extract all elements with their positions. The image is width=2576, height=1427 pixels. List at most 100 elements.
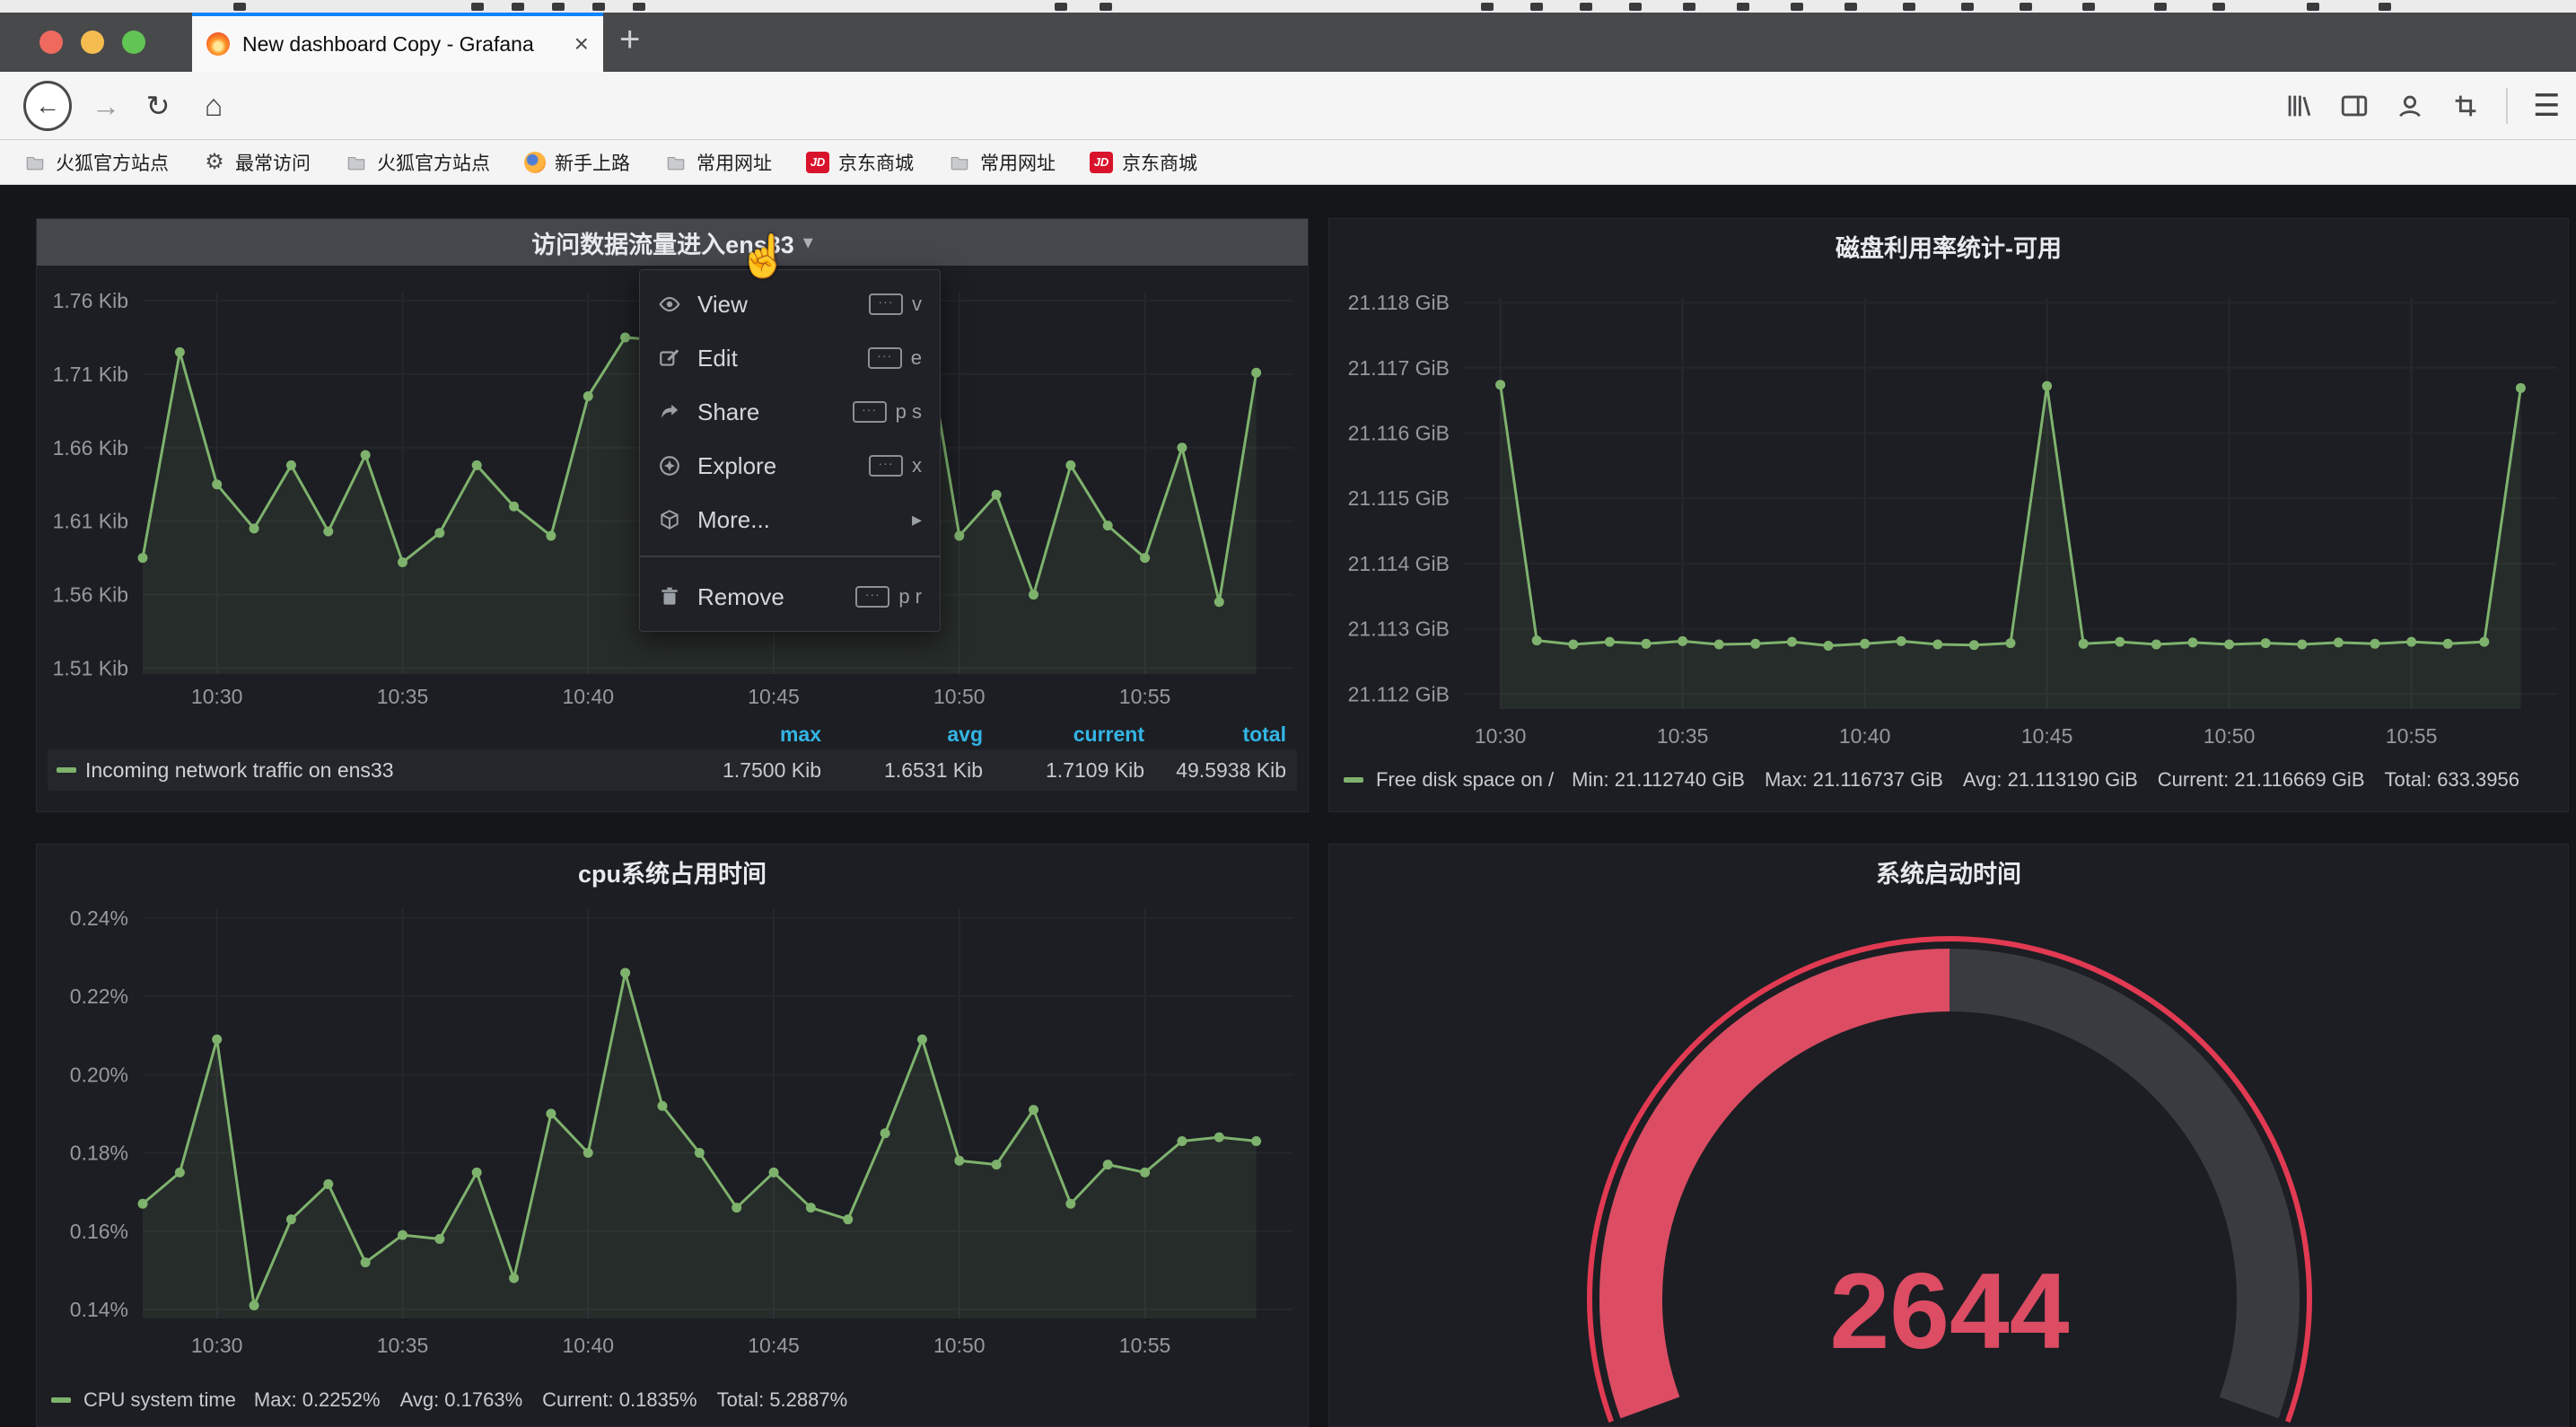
- bookmark-item[interactable]: 火狐官方站点: [345, 149, 490, 176]
- screenshot-icon[interactable]: [2450, 91, 2481, 121]
- chevron-right-icon: ▸: [912, 508, 922, 531]
- forward-button[interactable]: →: [86, 72, 126, 140]
- legend-header-total[interactable]: total: [1144, 722, 1297, 747]
- panel-uptime-gauge: 系统启动时间 2644: [1328, 844, 2569, 1427]
- panel-title[interactable]: 磁盘利用率统计-可用: [1836, 229, 2062, 264]
- panel-title[interactable]: cpu系统占用时间: [578, 854, 767, 889]
- share-icon: [658, 400, 681, 424]
- svg-text:0.22%: 0.22%: [70, 985, 128, 1008]
- bookmark-item[interactable]: JD京东商城: [806, 149, 914, 176]
- keyboard-icon: [869, 293, 903, 315]
- bookmark-item[interactable]: 常用网址: [664, 149, 772, 176]
- legend-header-current[interactable]: current: [983, 722, 1144, 747]
- panel-title[interactable]: 系统启动时间: [1876, 854, 2021, 889]
- svg-text:10:50: 10:50: [933, 1334, 986, 1357]
- keyboard-icon: [853, 401, 887, 423]
- series-stat: Avg: 21.113190 GiB: [1963, 768, 2138, 792]
- series-name[interactable]: Incoming network traffic on ens33: [85, 758, 393, 783]
- new-tab-button[interactable]: +: [619, 20, 640, 60]
- menubar-glyph-icon: [2307, 3, 2319, 11]
- panel-context-menu: ViewvEditeSharep sExplorexMore...▸ Remove…: [639, 269, 941, 632]
- svg-text:10:35: 10:35: [377, 685, 429, 708]
- bookmark-label: 火狐官方站点: [377, 149, 490, 176]
- legend-value: 49.5938 Kib: [1144, 758, 1297, 783]
- reload-button[interactable]: ↻: [138, 72, 178, 140]
- panel-disk-usage: 磁盘利用率统计-可用 10:3010:3510:4010:4510:5010:5…: [1328, 218, 2569, 812]
- svg-text:1.71 Kib: 1.71 Kib: [53, 363, 128, 386]
- bookmark-item[interactable]: 新手上路: [524, 149, 630, 176]
- window-close-button[interactable]: [39, 31, 63, 54]
- menubar-glyph-icon: [233, 3, 246, 11]
- svg-text:1.66 Kib: 1.66 Kib: [53, 436, 128, 460]
- tab-close-icon[interactable]: ×: [574, 30, 589, 58]
- menu-item-label: Edit: [697, 345, 852, 372]
- series-color-swatch[interactable]: [57, 767, 76, 773]
- series-name[interactable]: Free disk space on /: [1376, 768, 1554, 792]
- menu-item-edit[interactable]: Edite: [640, 331, 940, 385]
- svg-text:21.115 GiB: 21.115 GiB: [1348, 486, 1450, 510]
- library-icon[interactable]: [2283, 91, 2314, 121]
- svg-text:10:50: 10:50: [2204, 724, 2256, 748]
- bookmark-label: 常用网址: [980, 149, 1056, 176]
- account-icon[interactable]: [2395, 91, 2425, 121]
- window-minimize-button[interactable]: [81, 31, 104, 54]
- menu-item-label: Share: [697, 398, 837, 426]
- series-stat: Max: 21.116737 GiB: [1765, 768, 1943, 792]
- legend-header-row: maxavgcurrenttotal: [48, 719, 1297, 749]
- tab-title: New dashboard Copy - Grafana: [242, 32, 565, 57]
- svg-text:10:50: 10:50: [933, 685, 986, 708]
- edit-icon: [658, 346, 681, 370]
- series-color-swatch[interactable]: [1344, 777, 1363, 783]
- menu-item-share[interactable]: Sharep s: [640, 385, 940, 439]
- svg-text:10:35: 10:35: [377, 1334, 429, 1357]
- trash-icon: [658, 585, 681, 608]
- legend-table: maxavgcurrenttotal Incoming network traff…: [48, 719, 1297, 791]
- disk-usage-chart[interactable]: 10:3010:3510:4010:4510:5010:5521.118 GiB…: [1329, 262, 2569, 765]
- shortcut-label: p r: [898, 585, 922, 608]
- legend-header-max[interactable]: max: [660, 722, 821, 747]
- menu-item-view[interactable]: Viewv: [640, 277, 940, 331]
- menubar-glyph-icon: [1530, 3, 1543, 11]
- menu-item-remove[interactable]: Removep r: [640, 570, 940, 624]
- folder-icon: [948, 152, 971, 173]
- window-zoom-button[interactable]: [122, 31, 145, 54]
- menu-hamburger-icon[interactable]: ☰: [2533, 88, 2560, 124]
- jd-icon: JD: [806, 152, 829, 173]
- legend: CPU system timeMax: 0.2252%Avg: 0.1763%C…: [51, 1388, 1301, 1412]
- legend-value: 1.6531 Kib: [821, 758, 983, 783]
- browser-tab[interactable]: New dashboard Copy - Grafana ×: [192, 13, 603, 72]
- series-stat: Min: 21.112740 GiB: [1572, 768, 1745, 792]
- mouse-cursor-hand: ☝: [738, 232, 789, 281]
- cpu-chart[interactable]: 10:3010:3510:4010:4510:5010:550.24%0.22%…: [37, 886, 1309, 1385]
- svg-text:10:40: 10:40: [1839, 724, 1891, 748]
- grafana-favicon-icon: [206, 32, 230, 56]
- bookmark-label: 火狐官方站点: [56, 149, 169, 176]
- home-button[interactable]: ⌂: [194, 72, 233, 140]
- menubar-glyph-icon: [1580, 3, 1592, 11]
- series-color-swatch[interactable]: [51, 1397, 71, 1403]
- menubar-glyph-icon: [2379, 3, 2391, 11]
- bookmark-item[interactable]: 火狐官方站点: [23, 149, 169, 176]
- legend-header-avg[interactable]: avg: [821, 722, 983, 747]
- menu-item-explore[interactable]: Explorex: [640, 439, 940, 493]
- sidebar-icon[interactable]: [2339, 91, 2370, 121]
- bookmark-label: 最常访问: [235, 149, 311, 176]
- panel-header[interactable]: 访问数据流量进入ens33 ▾: [37, 219, 1308, 266]
- toolbar-separator: [2506, 88, 2508, 124]
- svg-text:21.118 GiB: 21.118 GiB: [1348, 291, 1450, 314]
- svg-text:10:40: 10:40: [562, 1334, 614, 1357]
- tab-bar: New dashboard Copy - Grafana × +: [0, 13, 2576, 72]
- menubar-glyph-icon: [633, 3, 645, 11]
- series-name[interactable]: CPU system time: [83, 1388, 236, 1412]
- bookmark-item[interactable]: ⚙ 最常访问: [203, 149, 311, 176]
- bookmark-item[interactable]: 常用网址: [948, 149, 1056, 176]
- menu-item-label: View: [697, 291, 853, 319]
- svg-text:10:30: 10:30: [191, 1334, 243, 1357]
- gear-icon: ⚙: [203, 152, 226, 173]
- menu-item-more[interactable]: More...▸: [640, 493, 940, 547]
- bookmark-item[interactable]: JD京东商城: [1090, 149, 1197, 176]
- svg-text:10:55: 10:55: [1119, 685, 1171, 708]
- svg-text:10:35: 10:35: [1657, 724, 1709, 748]
- back-button[interactable]: ←: [23, 72, 72, 140]
- svg-text:10:45: 10:45: [748, 1334, 800, 1357]
